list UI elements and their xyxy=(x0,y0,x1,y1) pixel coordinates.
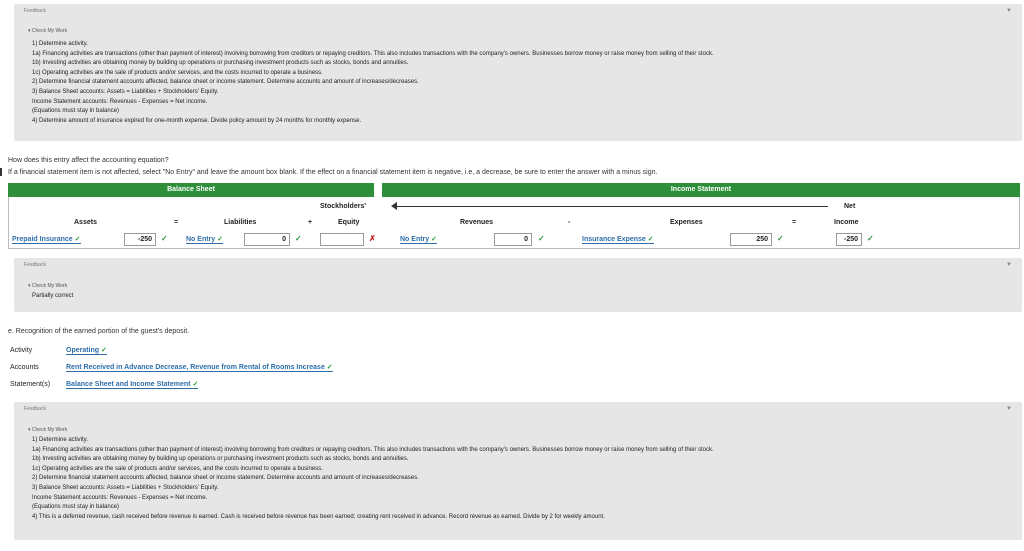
feedback-title: Feedback xyxy=(24,8,46,14)
feedback-line: 4) Determine amount of insurance expired… xyxy=(32,117,362,124)
partially-correct-text: Partially correct xyxy=(32,293,74,299)
statements-select[interactable]: Balance Sheet and Income Statement ✓ xyxy=(66,380,199,389)
accounts-label: Accounts xyxy=(10,364,39,371)
equity-amount-input[interactable] xyxy=(320,233,364,246)
assets-amount-input[interactable]: -250 xyxy=(124,233,156,246)
col-expenses: Expenses xyxy=(670,219,703,226)
col-net: Net xyxy=(844,203,856,210)
feedback-title: Feedback xyxy=(24,262,46,268)
equals-operator: = xyxy=(174,219,179,226)
feedback-text: 1) Determine activity. 1a) Financing act… xyxy=(32,40,714,126)
feedback-line: (Equations must stay in balance) xyxy=(32,504,120,511)
feedback-line: 1c) Operating activities are the sale of… xyxy=(32,465,323,472)
check-icon: ✓ xyxy=(74,236,81,243)
col-stockholders: Stockholders' xyxy=(320,203,367,210)
feedback-line: 3) Balance Sheet accounts: Assets = Liab… xyxy=(32,484,219,491)
question-text: How does this entry affect the accountin… xyxy=(8,157,169,164)
check-icon: ✓ xyxy=(538,234,545,243)
collapse-arrow-icon[interactable]: ▼ xyxy=(1006,406,1012,412)
feedback-line: 1) Determine activity. xyxy=(32,437,88,443)
assets-account-select[interactable]: Prepaid Insurance ✓ xyxy=(12,235,81,244)
col-equity: Equity xyxy=(338,219,360,226)
arrow-line xyxy=(396,206,828,207)
check-my-work-toggle[interactable]: ▾ Check My Work xyxy=(28,427,67,433)
accounts-select[interactable]: Rent Received in Advance Decrease, Reven… xyxy=(66,363,333,372)
col-assets: Assets xyxy=(74,219,97,226)
feedback-line: 1b) Investing activities are obtaining m… xyxy=(32,456,409,463)
collapse-arrow-icon[interactable]: ▼ xyxy=(1006,262,1012,268)
instruction-text: If a financial statement item is not aff… xyxy=(8,169,658,176)
feedback-line: 1a) Financing activities are transaction… xyxy=(32,50,714,57)
check-icon: ✓ xyxy=(192,381,199,388)
feedback-line: 1a) Financing activities are transaction… xyxy=(32,446,714,453)
col-liabilities: Liabilities xyxy=(224,219,257,226)
equals-operator-2: = xyxy=(792,219,797,226)
feedback-line: (Equations must stay in balance) xyxy=(32,108,120,115)
feedback-panel-1[interactable]: Feedback ▼ ▾ Check My Work 1) Determine … xyxy=(14,4,1022,141)
cross-icon: ✗ xyxy=(369,234,376,243)
check-icon: ✓ xyxy=(326,364,333,371)
select-value: Rent Received in Advance Decrease, Reven… xyxy=(66,364,325,371)
check-my-work-toggle[interactable]: ▾ Check My Work xyxy=(28,283,67,289)
feedback-line: 1c) Operating activities are the sale of… xyxy=(32,69,323,76)
feedback-text: 1) Determine activity. 1a) Financing act… xyxy=(32,436,714,522)
plus-operator: + xyxy=(308,219,313,226)
select-value: Operating xyxy=(66,347,100,354)
liabilities-amount-input[interactable]: 0 xyxy=(244,233,290,246)
accounting-equation-table: Balance Sheet Income Statement Stockhold… xyxy=(8,183,1020,249)
revenues-account-select[interactable]: No Entry ✓ xyxy=(400,235,437,244)
liabilities-account-select[interactable]: No Entry ✓ xyxy=(186,235,223,244)
select-value: Prepaid Insurance xyxy=(12,236,73,243)
feedback-line: 3) Balance Sheet accounts: Assets = Liab… xyxy=(32,88,219,95)
revenues-amount-input[interactable]: 0 xyxy=(494,233,532,246)
feedback-line: 4) This is a deferred revenue, cash rece… xyxy=(32,513,605,520)
statements-label: Statement(s) xyxy=(10,381,51,388)
check-icon: ✓ xyxy=(777,234,784,243)
activity-select[interactable]: Operating ✓ xyxy=(66,346,107,355)
edge-marker xyxy=(0,168,2,176)
col-income: Income xyxy=(834,219,859,226)
balance-sheet-header: Balance Sheet xyxy=(8,183,374,197)
select-value: No Entry xyxy=(186,236,216,243)
check-my-work-toggle[interactable]: ▾ Check My Work xyxy=(28,28,67,34)
feedback-line: 2) Determine financial statement account… xyxy=(32,475,419,482)
check-icon: ✓ xyxy=(867,234,874,243)
expenses-amount-input[interactable]: 250 xyxy=(730,233,772,246)
check-icon: ✓ xyxy=(647,236,654,243)
select-value: Balance Sheet and Income Statement xyxy=(66,381,191,388)
feedback-line: Income Statement accounts: Revenues - Ex… xyxy=(32,494,208,501)
minus-operator: - xyxy=(568,219,571,226)
feedback-panel-3[interactable]: Feedback ▼ ▾ Check My Work 1) Determine … xyxy=(14,402,1022,540)
part-e-title: e. Recognition of the earned portion of … xyxy=(8,328,190,335)
check-icon: ✓ xyxy=(101,347,107,354)
check-icon: ✓ xyxy=(295,234,302,243)
expenses-account-select[interactable]: Insurance Expense ✓ xyxy=(582,235,654,244)
check-icon: ✓ xyxy=(431,236,437,243)
feedback-line: 1) Determine activity. xyxy=(32,41,88,47)
activity-label: Activity xyxy=(10,347,33,354)
income-statement-header: Income Statement xyxy=(382,183,1020,197)
feedback-title: Feedback xyxy=(24,406,46,412)
feedback-line: 1b) Investing activities are obtaining m… xyxy=(32,60,409,67)
collapse-arrow-icon[interactable]: ▼ xyxy=(1006,8,1012,14)
check-icon: ✓ xyxy=(217,236,223,243)
feedback-line: Income Statement accounts: Revenues - Ex… xyxy=(32,98,208,105)
select-value: No Entry xyxy=(400,236,430,243)
feedback-panel-2[interactable]: Feedback ▼ ▾ Check My Work Partially cor… xyxy=(14,258,1022,312)
select-value: Insurance Expense xyxy=(582,236,646,243)
net-income-input[interactable]: -250 xyxy=(836,233,862,246)
feedback-line: 2) Determine financial statement account… xyxy=(32,79,419,86)
col-revenues: Revenues xyxy=(460,219,494,226)
check-icon: ✓ xyxy=(161,234,168,243)
